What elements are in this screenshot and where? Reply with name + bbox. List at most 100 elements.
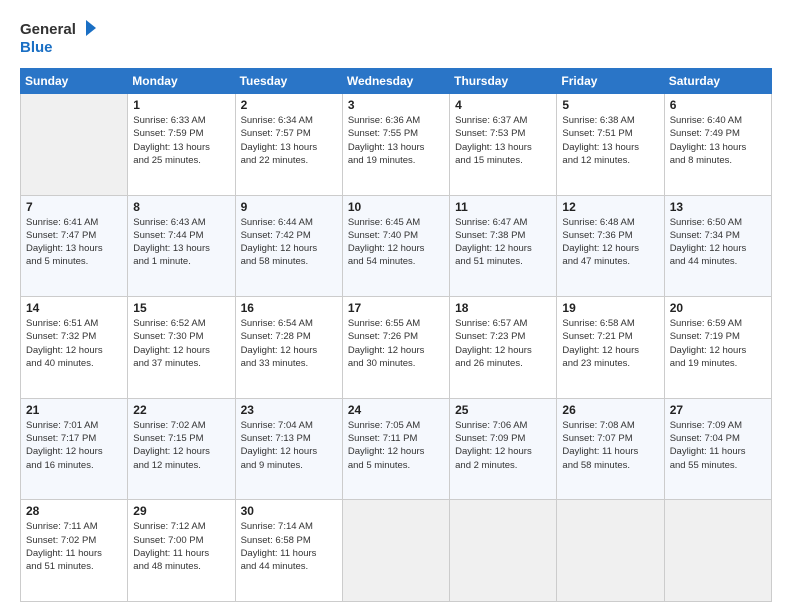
day-number: 28 [26,504,122,518]
day-number: 14 [26,301,122,315]
table-row: 13 Sunrise: 6:50 AM Sunset: 7:34 PM Dayli… [664,195,771,297]
table-row: 28 Sunrise: 7:11 AM Sunset: 7:02 PM Dayli… [21,500,128,602]
table-row [342,500,449,602]
day-info: Sunrise: 7:01 AM Sunset: 7:17 PM Dayligh… [26,419,122,472]
col-friday: Friday [557,69,664,94]
day-number: 13 [670,200,766,214]
day-info: Sunrise: 6:59 AM Sunset: 7:19 PM Dayligh… [670,317,766,370]
week-row-4: 21 Sunrise: 7:01 AM Sunset: 7:17 PM Dayli… [21,398,772,500]
table-row: 29Sunrise: 7:12 AM Sunset: 7:00 PM Dayli… [128,500,235,602]
calendar-header-row: Sunday Monday Tuesday Wednesday Thursday… [21,69,772,94]
table-row: 25 Sunrise: 7:06 AM Sunset: 7:09 PM Dayli… [450,398,557,500]
day-number: 27 [670,403,766,417]
day-number: 3 [348,98,444,112]
day-info: Sunrise: 7:14 AM Sunset: 6:58 PM Dayligh… [241,520,337,573]
day-info: Sunrise: 7:11 AM Sunset: 7:02 PM Dayligh… [26,520,122,573]
day-info: Sunrise: 6:54 AM Sunset: 7:28 PM Dayligh… [241,317,337,370]
day-info: Sunrise: 6:57 AM Sunset: 7:23 PM Dayligh… [455,317,551,370]
day-info: Sunrise: 7:08 AM Sunset: 7:07 PM Dayligh… [562,419,658,472]
day-number: 21 [26,403,122,417]
header: General Blue [20,18,772,58]
day-number: 8 [133,200,229,214]
day-number: 1 [133,98,229,112]
table-row: 12 Sunrise: 6:48 AM Sunset: 7:36 PM Dayli… [557,195,664,297]
table-row [21,94,128,196]
table-row [557,500,664,602]
day-info: Sunrise: 6:36 AM Sunset: 7:55 PM Dayligh… [348,114,444,167]
table-row: 19Sunrise: 6:58 AM Sunset: 7:21 PM Dayli… [557,297,664,399]
day-number: 4 [455,98,551,112]
day-number: 22 [133,403,229,417]
day-info: Sunrise: 6:40 AM Sunset: 7:49 PM Dayligh… [670,114,766,167]
table-row: 9Sunrise: 6:44 AM Sunset: 7:42 PM Daylig… [235,195,342,297]
day-info: Sunrise: 6:34 AM Sunset: 7:57 PM Dayligh… [241,114,337,167]
table-row: 14 Sunrise: 6:51 AM Sunset: 7:32 PM Dayli… [21,297,128,399]
day-number: 20 [670,301,766,315]
table-row: 26Sunrise: 7:08 AM Sunset: 7:07 PM Dayli… [557,398,664,500]
col-saturday: Saturday [664,69,771,94]
day-info: Sunrise: 6:58 AM Sunset: 7:21 PM Dayligh… [562,317,658,370]
logo: General Blue [20,18,100,58]
col-wednesday: Wednesday [342,69,449,94]
table-row: 27 Sunrise: 7:09 AM Sunset: 7:04 PM Dayli… [664,398,771,500]
day-number: 24 [348,403,444,417]
table-row: 3 Sunrise: 6:36 AM Sunset: 7:55 PM Daylig… [342,94,449,196]
table-row: 30Sunrise: 7:14 AM Sunset: 6:58 PM Dayli… [235,500,342,602]
day-info: Sunrise: 6:51 AM Sunset: 7:32 PM Dayligh… [26,317,122,370]
day-info: Sunrise: 7:12 AM Sunset: 7:00 PM Dayligh… [133,520,229,573]
day-info: Sunrise: 6:50 AM Sunset: 7:34 PM Dayligh… [670,216,766,269]
table-row: 4 Sunrise: 6:37 AM Sunset: 7:53 PM Daylig… [450,94,557,196]
day-number: 10 [348,200,444,214]
table-row [664,500,771,602]
day-number: 25 [455,403,551,417]
day-number: 11 [455,200,551,214]
col-tuesday: Tuesday [235,69,342,94]
day-info: Sunrise: 7:04 AM Sunset: 7:13 PM Dayligh… [241,419,337,472]
page: General Blue Sunday Monday Tuesday Wedne… [0,0,792,612]
svg-text:General: General [20,21,76,38]
col-thursday: Thursday [450,69,557,94]
day-number: 6 [670,98,766,112]
day-number: 23 [241,403,337,417]
table-row: 8 Sunrise: 6:43 AM Sunset: 7:44 PM Daylig… [128,195,235,297]
day-info: Sunrise: 7:05 AM Sunset: 7:11 PM Dayligh… [348,419,444,472]
day-number: 15 [133,301,229,315]
day-number: 12 [562,200,658,214]
day-info: Sunrise: 7:06 AM Sunset: 7:09 PM Dayligh… [455,419,551,472]
day-info: Sunrise: 6:48 AM Sunset: 7:36 PM Dayligh… [562,216,658,269]
table-row: 21 Sunrise: 7:01 AM Sunset: 7:17 PM Dayli… [21,398,128,500]
table-row: 17Sunrise: 6:55 AM Sunset: 7:26 PM Dayli… [342,297,449,399]
day-number: 7 [26,200,122,214]
day-info: Sunrise: 7:09 AM Sunset: 7:04 PM Dayligh… [670,419,766,472]
table-row: 7 Sunrise: 6:41 AM Sunset: 7:47 PM Daylig… [21,195,128,297]
table-row: 24 Sunrise: 7:05 AM Sunset: 7:11 PM Dayli… [342,398,449,500]
table-row: 5Sunrise: 6:38 AM Sunset: 7:51 PM Daylig… [557,94,664,196]
day-info: Sunrise: 7:02 AM Sunset: 7:15 PM Dayligh… [133,419,229,472]
table-row: 1 Sunrise: 6:33 AM Sunset: 7:59 PM Daylig… [128,94,235,196]
day-number: 9 [241,200,337,214]
calendar-table: Sunday Monday Tuesday Wednesday Thursday… [20,68,772,602]
day-number: 2 [241,98,337,112]
col-monday: Monday [128,69,235,94]
day-info: Sunrise: 6:37 AM Sunset: 7:53 PM Dayligh… [455,114,551,167]
table-row: 18 Sunrise: 6:57 AM Sunset: 7:23 PM Dayli… [450,297,557,399]
svg-text:Blue: Blue [20,39,53,56]
table-row: 2 Sunrise: 6:34 AM Sunset: 7:57 PM Daylig… [235,94,342,196]
day-number: 5 [562,98,658,112]
day-info: Sunrise: 6:43 AM Sunset: 7:44 PM Dayligh… [133,216,229,269]
week-row-2: 7 Sunrise: 6:41 AM Sunset: 7:47 PM Daylig… [21,195,772,297]
table-row: 6 Sunrise: 6:40 AM Sunset: 7:49 PM Daylig… [664,94,771,196]
table-row: 22 Sunrise: 7:02 AM Sunset: 7:15 PM Dayli… [128,398,235,500]
week-row-3: 14 Sunrise: 6:51 AM Sunset: 7:32 PM Dayli… [21,297,772,399]
day-number: 16 [241,301,337,315]
table-row [450,500,557,602]
week-row-5: 28 Sunrise: 7:11 AM Sunset: 7:02 PM Dayli… [21,500,772,602]
day-info: Sunrise: 6:52 AM Sunset: 7:30 PM Dayligh… [133,317,229,370]
table-row: 15 Sunrise: 6:52 AM Sunset: 7:30 PM Dayli… [128,297,235,399]
week-row-1: 1 Sunrise: 6:33 AM Sunset: 7:59 PM Daylig… [21,94,772,196]
table-row: 10Sunrise: 6:45 AM Sunset: 7:40 PM Dayli… [342,195,449,297]
day-info: Sunrise: 6:41 AM Sunset: 7:47 PM Dayligh… [26,216,122,269]
day-info: Sunrise: 6:33 AM Sunset: 7:59 PM Dayligh… [133,114,229,167]
table-row: 23 Sunrise: 7:04 AM Sunset: 7:13 PM Dayli… [235,398,342,500]
day-number: 18 [455,301,551,315]
